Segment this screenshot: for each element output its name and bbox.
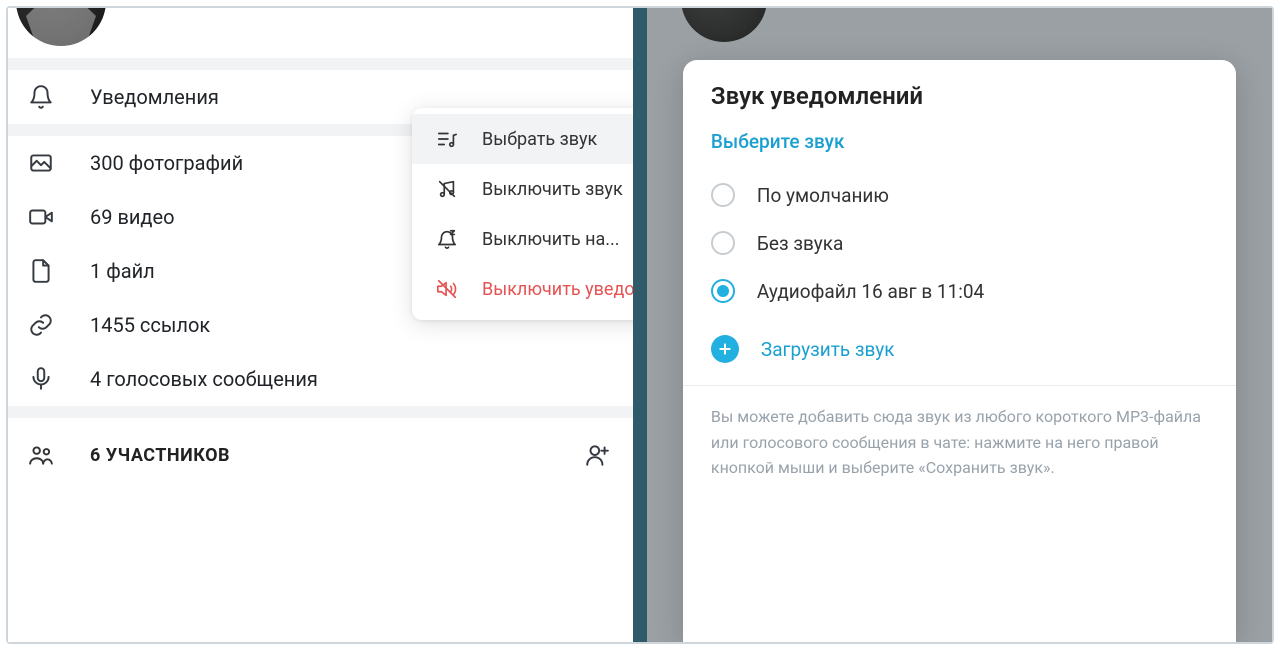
members-header-row: 6 УЧАСТНИКОВ — [8, 418, 633, 492]
add-member-button[interactable] — [583, 441, 611, 469]
plus-circle-icon — [711, 335, 739, 363]
bell-snooze-icon — [434, 226, 460, 252]
menu-choose-sound-label: Выбрать звук — [482, 129, 597, 150]
menu-disable-label: Выключить уведомления — [482, 279, 633, 300]
avatar-dimmed — [681, 8, 767, 42]
radio-unselected-icon — [711, 231, 735, 255]
file-icon — [26, 256, 56, 286]
profile-panel-left: Уведомления 300 фотографий 69 видео — [8, 8, 633, 642]
photos-label: 300 фотографий — [90, 151, 243, 175]
notifications-label: Уведомления — [90, 85, 219, 109]
files-label: 1 файл — [90, 259, 155, 283]
option-silent-label: Без звука — [757, 232, 843, 255]
voice-row[interactable]: 4 голосовых сообщения — [8, 352, 633, 406]
profile-panel-right: Звук уведомлений Выберите звук По умолча… — [647, 8, 1272, 642]
sound-option-silent[interactable]: Без звука — [683, 219, 1236, 267]
modal-subtitle: Выберите звук — [683, 120, 1236, 171]
separator — [8, 406, 633, 418]
upload-sound-button[interactable]: Загрузить звук — [683, 315, 1236, 385]
radio-selected-icon — [711, 279, 735, 303]
add-user-icon — [583, 441, 611, 469]
menu-mute-sound-label: Выключить звук — [482, 179, 623, 200]
mic-icon — [26, 364, 56, 394]
image-icon — [26, 148, 56, 178]
members-icon — [26, 440, 56, 470]
notifications-context-menu: Выбрать звук Выключить звук Выключить на… — [412, 108, 633, 320]
modal-hint-text: Вы можете добавить сюда звук из любого к… — [683, 385, 1236, 505]
radio-unselected-icon — [711, 183, 735, 207]
sound-picker-modal: Звук уведомлений Выберите звук По умолча… — [683, 60, 1236, 642]
menu-mute-for-label: Выключить на... — [482, 229, 620, 250]
voice-label: 4 голосовых сообщения — [90, 367, 318, 391]
sound-option-custom[interactable]: Аудиофайл 16 авг в 11:04 — [683, 267, 1236, 315]
video-icon — [26, 202, 56, 232]
links-label: 1455 ссылок — [90, 313, 210, 337]
separator — [8, 58, 633, 70]
menu-mute-for[interactable]: Выключить на... — [412, 214, 633, 264]
music-list-icon — [434, 126, 460, 152]
videos-label: 69 видео — [90, 205, 175, 229]
menu-choose-sound[interactable]: Выбрать звук — [412, 114, 633, 164]
sound-off-icon — [434, 276, 460, 302]
option-default-label: По умолчанию — [757, 184, 889, 207]
members-count-label: 6 УЧАСТНИКОВ — [90, 445, 230, 466]
menu-disable-notifications[interactable]: Выключить уведомления — [412, 264, 633, 314]
option-custom-label: Аудиофайл 16 авг в 11:04 — [757, 280, 984, 303]
modal-title: Звук уведомлений — [683, 60, 1236, 120]
upload-sound-label: Загрузить звук — [761, 338, 895, 361]
bell-icon — [26, 82, 56, 112]
pane-divider — [633, 8, 647, 642]
mute-music-icon — [434, 176, 460, 202]
sound-option-default[interactable]: По умолчанию — [683, 171, 1236, 219]
link-icon — [26, 310, 56, 340]
menu-mute-sound[interactable]: Выключить звук — [412, 164, 633, 214]
